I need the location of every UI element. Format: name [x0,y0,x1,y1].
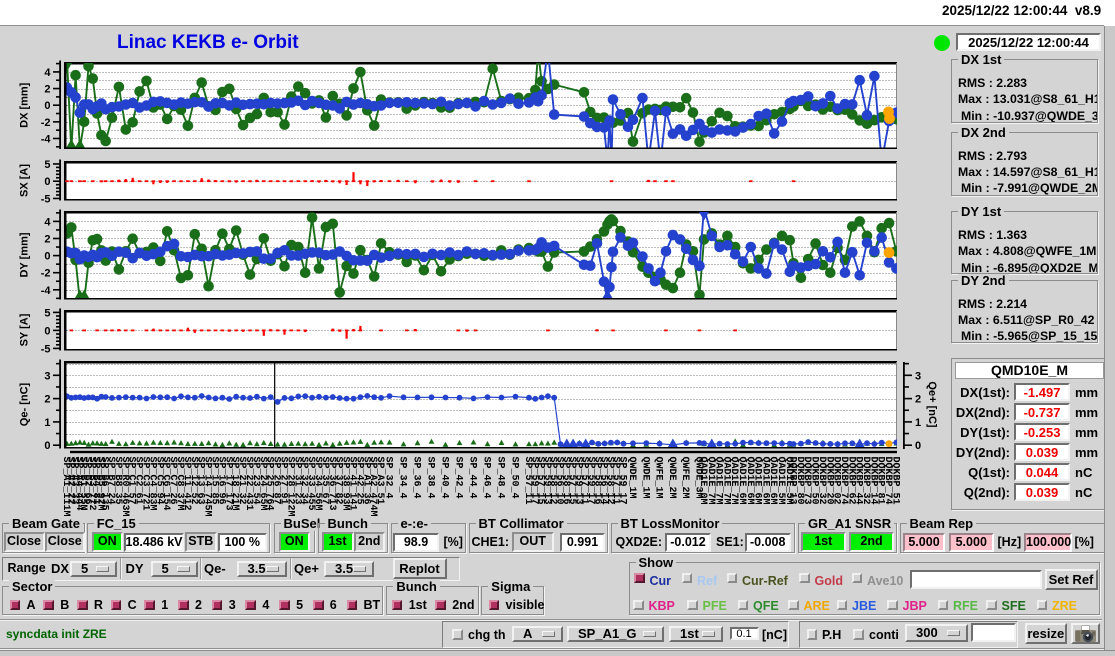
svg-text:-4: -4 [41,133,52,145]
svg-text:SP_34_4: SP_34_4 [397,457,408,499]
svg-text:SP_46_4: SP_46_4 [481,457,492,499]
svg-text:SP_48_4: SP_48_4 [495,457,506,499]
svg-text:4: 4 [44,216,51,228]
svg-text:QWDE_1M: QWDE_1M [639,457,650,499]
svg-text:2: 2 [44,394,50,406]
svg-text:SP_59_17: SP_59_17 [617,457,628,505]
svg-text:SP_44_4: SP_44_4 [467,457,478,499]
svg-text:0: 0 [915,440,921,452]
svg-text:-2: -2 [41,117,51,129]
svg-text:2: 2 [44,84,50,96]
svg-text:-2: -2 [41,268,51,280]
svg-text:SP_38_4: SP_38_4 [425,457,436,499]
svg-text:QWDE_1M: QWDE_1M [626,457,637,499]
svg-text:0: 0 [44,176,50,188]
svg-text:DX [mm]: DX [mm] [19,82,31,128]
svg-text:SX [A]: SX [A] [19,164,31,197]
svg-text:0: 0 [44,100,50,112]
svg-text:SP_50_4: SP_50_4 [509,457,520,499]
svg-text:QWFE_2M: QWFE_2M [679,457,690,499]
svg-text:QWDE_2M: QWDE_2M [666,457,677,499]
svg-text:-5: -5 [41,193,51,205]
svg-text:4: 4 [44,67,51,79]
svg-text:2: 2 [915,394,921,406]
svg-text:SP_36_4: SP_36_4 [411,457,422,499]
svg-text:SY [A]: SY [A] [19,313,31,346]
svg-text:SP_42_4: SP_42_4 [453,457,464,499]
svg-text:-4: -4 [41,285,52,297]
svg-text:3: 3 [44,370,50,382]
svg-text:1: 1 [915,417,921,429]
svg-text:5: 5 [44,307,50,319]
svg-text:QWFE_1M: QWFE_1M [653,457,664,499]
svg-text:SP_32_4: SP_32_4 [383,457,394,499]
svg-text:DQKBP_51: DQKBP_51 [889,457,900,505]
svg-text:0: 0 [44,251,50,263]
svg-text:3: 3 [915,370,921,382]
svg-text:5: 5 [44,159,50,171]
svg-text:DY [mm]: DY [mm] [19,232,31,277]
svg-text:0: 0 [44,325,50,337]
svg-text:SP_40_4: SP_40_4 [439,457,450,499]
svg-text:1: 1 [44,417,50,429]
svg-text:0: 0 [44,440,50,452]
svg-text:Qe- [nC]: Qe- [nC] [19,382,31,426]
svg-text:2: 2 [44,234,50,246]
svg-text:-5: -5 [41,343,51,355]
svg-text:Qe+ [nC]: Qe+ [nC] [926,381,938,427]
